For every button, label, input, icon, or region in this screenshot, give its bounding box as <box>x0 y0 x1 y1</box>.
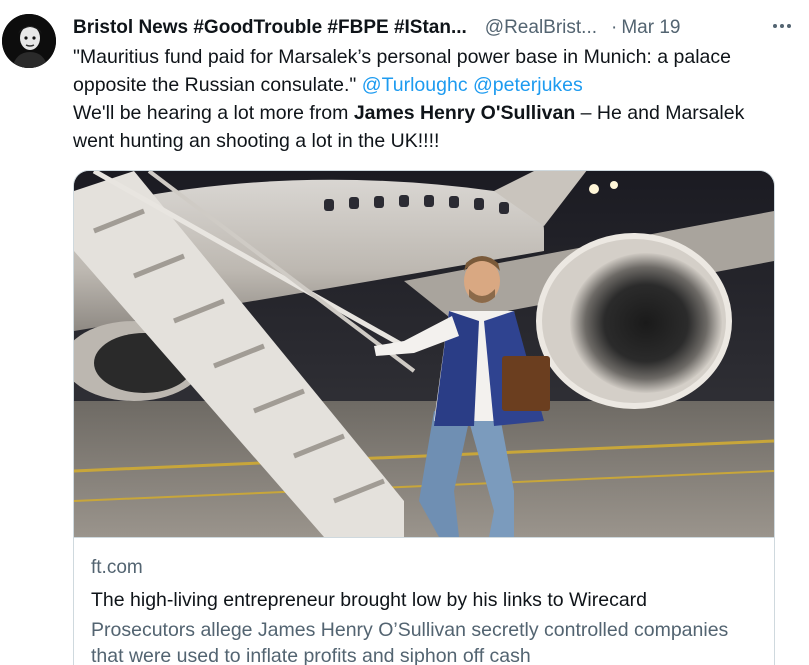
card-title[interactable]: The high-living entrepreneur brought low… <box>91 587 647 613</box>
card-image[interactable] <box>74 171 774 537</box>
card-domain: ft.com <box>91 557 143 578</box>
bold-name: James Henry O'Sullivan <box>353 102 576 124</box>
more-horizontal-icon[interactable] <box>769 13 795 39</box>
card-divider <box>74 537 774 538</box>
tweet-line-2-prefix: We'll be hearing a lot more from <box>73 102 349 124</box>
user-handle[interactable]: @RealBrist... <box>485 15 597 41</box>
mention-peterjukes[interactable]: @peterjukes <box>473 74 583 96</box>
separator-dot: · <box>611 17 618 38</box>
display-name[interactable]: Bristol News #GoodTrouble #FBPE #IStan..… <box>73 15 467 41</box>
tweet-date[interactable]: Mar 19 <box>621 15 680 41</box>
avatar[interactable] <box>2 14 56 68</box>
link-card[interactable]: ft.com The high-living entrepreneur brou… <box>73 170 775 665</box>
tweet-text: "Mauritius fund paid for Marsalek’s pers… <box>73 43 773 155</box>
card-description: Prosecutors allege James Henry O’Sulliva… <box>91 619 729 665</box>
tweet-header: Bristol News #GoodTrouble #FBPE #IStan..… <box>73 15 793 41</box>
tweet: Bristol News #GoodTrouble #FBPE #IStan..… <box>0 0 809 665</box>
mention-turloughc[interactable]: @Turloughc <box>362 74 468 96</box>
